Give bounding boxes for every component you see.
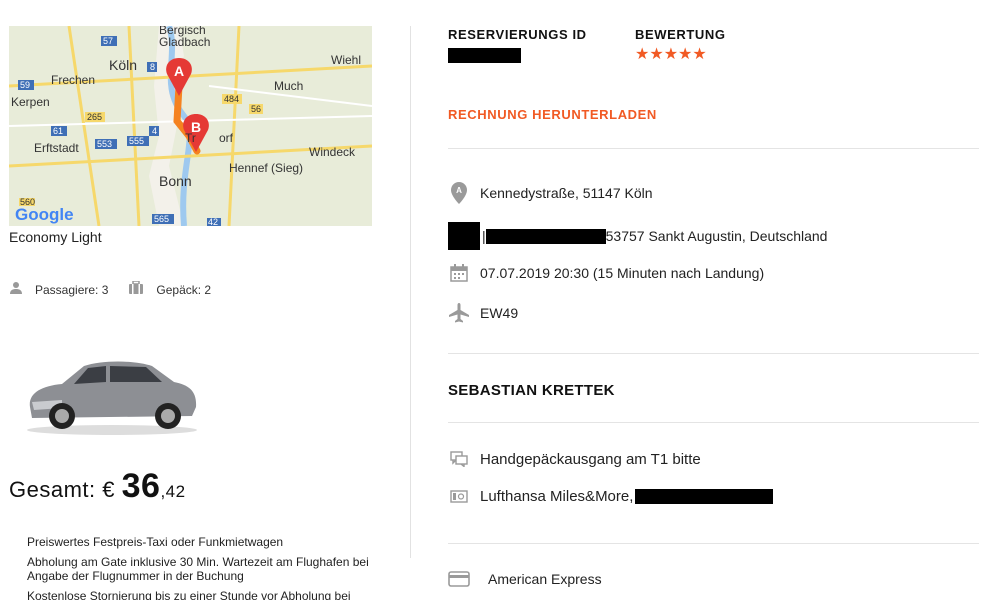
google-logo: Google: [15, 205, 74, 224]
svg-text:Erftstadt: Erftstadt: [34, 141, 79, 155]
note-row: Handgepäckausgang am T1 bitte: [448, 448, 701, 470]
svg-text:Windeck: Windeck: [309, 145, 356, 159]
svg-text:Köln: Köln: [109, 57, 137, 73]
svg-text:59: 59: [20, 80, 30, 90]
total-prefix: Gesamt: €: [9, 477, 115, 502]
svg-text:484: 484: [224, 94, 239, 104]
reservation-id-label: RESERVIERUNGS ID: [448, 27, 587, 42]
download-invoice-link[interactable]: RECHNUNG HERUNTERLADEN: [448, 107, 657, 122]
svg-text:4: 4: [152, 126, 157, 136]
feature-item: Kostenlose Stornierung bis zu einer Stun…: [27, 589, 351, 600]
svg-text:265: 265: [87, 112, 102, 122]
svg-text:A: A: [174, 63, 184, 79]
svg-text:553: 553: [97, 139, 112, 149]
feature-list: Preiswertes Festpreis-Taxi oder Funkmiet…: [27, 535, 377, 600]
svg-text:Wiehl: Wiehl: [331, 53, 361, 67]
pin-b-redacted: [448, 222, 480, 250]
reservation-id-redacted: [448, 48, 521, 63]
comment-icon: [448, 448, 470, 470]
luggage-icon: [128, 280, 144, 298]
rating-stars: ★★★★★: [635, 46, 707, 63]
loyalty-card-icon: [448, 485, 470, 507]
pickup-datetime: 07.07.2019 20:30 (15 Minuten nach Landun…: [480, 265, 765, 281]
dropoff-row: | 53757 Sankt Augustin, Deutschland: [448, 222, 827, 250]
loyalty-number-redacted: [635, 488, 774, 504]
driver-note: Handgepäckausgang am T1 bitte: [480, 450, 701, 468]
svg-text:Bonn: Bonn: [159, 173, 192, 189]
dropoff-street-redacted: [485, 228, 606, 244]
credit-card-icon: [448, 568, 470, 590]
dropoff-address: 53757 Sankt Augustin, Deutschland: [605, 228, 828, 244]
svg-text:Much: Much: [274, 79, 303, 93]
svg-text:565: 565: [154, 214, 169, 224]
total-price: Gesamt: € 36,42: [9, 467, 186, 506]
svg-text:Gladbach: Gladbach: [159, 35, 210, 49]
svg-text:555: 555: [129, 136, 144, 146]
loyalty-row: Lufthansa Miles&More,: [448, 485, 774, 507]
luggage-count: Gepäck: 2: [156, 282, 212, 297]
divider: [448, 543, 979, 544]
passengers-count: Passagiere: 3: [35, 282, 109, 297]
svg-text:42: 42: [208, 217, 218, 226]
person-icon: [9, 281, 23, 298]
flight-number: EW49: [480, 305, 519, 321]
svg-text:Frechen: Frechen: [51, 73, 95, 87]
total-euros: 36: [121, 467, 161, 505]
divider: [448, 148, 979, 149]
feature-item: Preiswertes Festpreis-Taxi oder Funkmiet…: [27, 535, 284, 549]
svg-text:61: 61: [53, 126, 63, 136]
rating-label: BEWERTUNG: [635, 27, 726, 42]
pickup-address: Kennedystraße, 51147 Köln: [480, 185, 653, 201]
flight-row: EW49: [448, 302, 518, 324]
loyalty-program: Lufthansa Miles&More,: [480, 487, 634, 505]
datetime-row: 07.07.2019 20:30 (15 Minuten nach Landun…: [448, 262, 764, 284]
svg-text:57: 57: [103, 36, 113, 46]
svg-text:56: 56: [251, 104, 261, 114]
passenger-name: SEBASTIAN KRETTEK: [448, 382, 615, 399]
svg-text:A: A: [456, 186, 462, 195]
divider: [448, 353, 979, 354]
capacity-info: Passagiere: 3 Gepäck: 2: [9, 280, 212, 298]
map-canvas: A B Bergisch Gladbach Köln Frechen Kerpe…: [9, 26, 372, 226]
svg-text:Hennef (Sieg): Hennef (Sieg): [229, 161, 303, 175]
svg-text:Kerpen: Kerpen: [11, 95, 50, 109]
payment-method: American Express: [488, 571, 602, 587]
booking-summary: A B Bergisch Gladbach Köln Frechen Kerpe…: [0, 0, 410, 600]
svg-text:8: 8: [150, 62, 155, 72]
booking-details: RESERVIERUNGS ID BEWERTUNG ★★★★★ RECHNUN…: [448, 0, 979, 600]
payment-row: American Express: [448, 568, 602, 590]
airplane-icon: [448, 302, 470, 324]
pickup-row: A Kennedystraße, 51147 Köln: [448, 182, 653, 204]
column-divider: [410, 26, 411, 558]
route-map[interactable]: A B Bergisch Gladbach Köln Frechen Kerpe…: [9, 26, 372, 226]
car-image: [22, 352, 200, 436]
total-cents: ,42: [160, 482, 186, 501]
feature-item: Abholung am Gate inklusive 30 Min. Warte…: [27, 555, 369, 583]
pin-a-icon: A: [448, 182, 470, 204]
car-class: Economy Light: [9, 229, 102, 245]
svg-text:orf: orf: [219, 131, 234, 145]
svg-text:Tr: Tr: [185, 131, 196, 145]
calendar-icon: [448, 262, 470, 284]
divider: [448, 422, 979, 423]
